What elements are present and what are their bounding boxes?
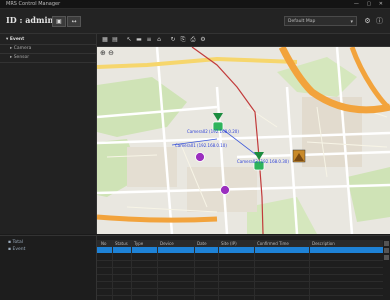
grid-side-button[interactable] [384, 241, 389, 246]
zoom-controls[interactable]: ⊕ ⊖ [100, 49, 114, 57]
grid-header: No Status Type Device Date Site (IP) Con… [97, 240, 383, 247]
col-header[interactable]: Confirmed Time [257, 240, 289, 247]
divider [0, 44, 96, 45]
window-title: MRS Control Manager [6, 1, 61, 7]
grid-icon[interactable]: ▦ [101, 36, 109, 44]
layers-icon[interactable]: ≡ [145, 36, 153, 44]
park-area [97, 77, 187, 137]
camera-label: Camera01 (192.168.0.10) [175, 143, 227, 148]
layout-icon[interactable]: ▤ [111, 36, 119, 44]
tree-root[interactable]: ▾ Event [6, 37, 24, 42]
user-id-label: ID : admin [6, 15, 54, 25]
main-road [97, 56, 298, 69]
col-divider [309, 240, 310, 300]
table-row[interactable] [97, 260, 383, 261]
grid-side-buttons [384, 241, 389, 262]
table-row[interactable] [97, 274, 383, 275]
camera-label: Camera03 (192.168.0.30) [237, 159, 289, 164]
divider [0, 62, 96, 63]
col-divider [112, 240, 113, 300]
table-row[interactable] [97, 281, 383, 282]
view-toggle-button[interactable]: ▣ [52, 16, 66, 27]
gear-icon[interactable]: ⚙ [363, 17, 372, 26]
event-filter-panel: ▪ Total ▪ Event [0, 235, 97, 300]
col-divider [131, 240, 132, 300]
map-canvas [97, 47, 390, 234]
col-header[interactable]: Type [134, 240, 143, 247]
info-icon[interactable]: ⓘ [375, 17, 384, 26]
building-block [127, 147, 177, 187]
header-bar: ID : admin ▣ ↔ Default Map ▾ ⚙ ⓘ [0, 9, 390, 34]
window-controls[interactable]: — ▢ ✕ [354, 0, 386, 8]
swap-button[interactable]: ↔ [67, 16, 81, 27]
settings-icon[interactable]: ⚙ [199, 36, 207, 44]
poi-marker[interactable] [195, 152, 205, 162]
park-area [347, 167, 390, 222]
tree-item-camera[interactable]: ▸ Camera [10, 46, 31, 51]
tree-item-sensor[interactable]: ▸ Sensor [10, 55, 29, 60]
ruler-icon[interactable]: ▬ [135, 36, 143, 44]
table-row[interactable] [97, 267, 383, 268]
filter-item-event[interactable]: ▪ Event [8, 247, 25, 252]
col-divider [218, 240, 219, 300]
grid-side-button[interactable] [384, 255, 389, 260]
table-row-selected[interactable] [97, 247, 383, 253]
camera-label: Camera02 (192.168.0.20) [187, 129, 239, 134]
poi-marker[interactable] [220, 185, 230, 195]
filter-item-total[interactable]: ▪ Total [8, 240, 23, 245]
table-row[interactable] [97, 288, 383, 289]
print-icon[interactable]: ⎙ [189, 36, 197, 44]
event-grid: No Status Type Device Date Site (IP) Con… [97, 235, 390, 300]
home-icon[interactable]: ⌂ [155, 36, 163, 44]
col-header[interactable]: No [101, 240, 106, 247]
map-toolbar: ▦ ▤ ↖ ▬ ≡ ⌂ ↻ ⎘ ⎙ ⚙ [97, 34, 390, 47]
col-header[interactable]: Site (IP) [221, 240, 237, 247]
map-view[interactable]: ⊕ ⊖ Camera02 (192.168.0.20) Camera01 (19… [97, 47, 390, 234]
divider [0, 53, 96, 54]
grid-side-button[interactable] [384, 248, 389, 253]
park-area [247, 197, 317, 234]
col-header[interactable]: Device [160, 240, 174, 247]
map-select[interactable]: Default Map ▾ [284, 16, 357, 26]
col-header[interactable]: Status [115, 240, 128, 247]
chevron-down-icon: ▾ [350, 19, 353, 25]
title-bar: MRS Control Manager — ▢ ✕ [0, 0, 390, 9]
col-header[interactable]: Description [312, 240, 335, 247]
refresh-icon[interactable]: ↻ [169, 36, 177, 44]
pointer-icon[interactable]: ↖ [125, 36, 133, 44]
highway [97, 214, 218, 223]
col-divider [194, 240, 195, 300]
table-row[interactable] [97, 295, 383, 296]
export-icon[interactable]: ⎘ [179, 36, 187, 44]
map-select-value: Default Map [288, 19, 316, 24]
device-tree-panel: ▾ Event ▸ Camera ▸ Sensor [0, 34, 97, 234]
col-divider [157, 240, 158, 300]
col-header[interactable]: Date [197, 240, 207, 247]
col-divider [254, 240, 255, 300]
